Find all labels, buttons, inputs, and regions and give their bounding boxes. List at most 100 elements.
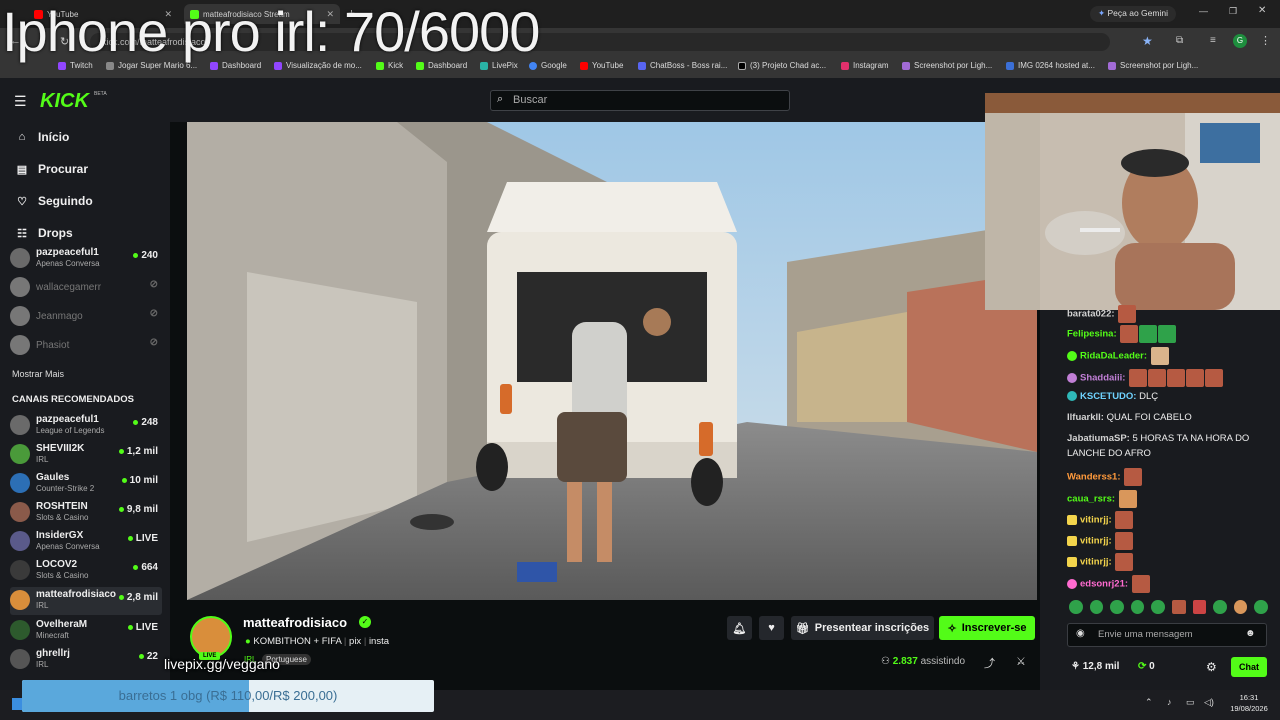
network-icon[interactable]: ▭	[1186, 697, 1195, 708]
channel-name: wallacegamerr	[36, 282, 102, 293]
emote-icon[interactable]	[1130, 600, 1145, 614]
emote-icon[interactable]	[1089, 600, 1104, 614]
channel-points[interactable]: ⚘ 12,8 mil	[1071, 661, 1119, 672]
extensions-icon[interactable]: ⧉	[1176, 35, 1183, 46]
nav-browse[interactable]: ▤ Procurar	[16, 162, 88, 176]
sidebar-channel[interactable]: pazpeaceful1 Apenas Conversa 240	[10, 245, 162, 273]
bookmark-item[interactable]: ChatBoss - Boss rai...	[638, 61, 727, 70]
follow-heart-icon[interactable]: ♥	[759, 616, 784, 640]
emote-icon	[1115, 532, 1134, 550]
bookmark-item[interactable]: Screenshot por Ligh...	[902, 61, 992, 70]
streamer-name[interactable]: matteafrodisiaco	[243, 615, 347, 630]
nav-drops[interactable]: ☷ Drops	[16, 226, 73, 240]
emote-icon[interactable]	[1151, 600, 1165, 614]
chat-username[interactable]: vitinrjj:	[1080, 515, 1112, 526]
emote-icon[interactable]	[1069, 600, 1083, 614]
nav-home[interactable]: ⌂ Início	[16, 130, 70, 144]
emote-icon[interactable]	[1254, 600, 1268, 614]
sidebar-channel[interactable]: wallacegamerr ⊘	[10, 274, 162, 302]
chat-username[interactable]: edsonrj21:	[1080, 579, 1128, 590]
emote-icon[interactable]	[1233, 600, 1248, 614]
emote-icon[interactable]	[1192, 600, 1207, 614]
bookmark-item[interactable]: Instagram	[841, 61, 889, 70]
nav-following[interactable]: ♡ Seguindo	[16, 194, 93, 208]
sidebar-channel[interactable]: LOCOV2 Slots & Casino 664	[10, 557, 162, 585]
gift-subs-button[interactable]: 🎁︎ Presentear inscrições	[791, 616, 934, 640]
notification-bell-icon[interactable]: 🔔︎	[727, 616, 752, 640]
system-clock[interactable]: 16:31 19/08/2026	[1222, 692, 1276, 714]
sidebar-channel[interactable]: SHEVIII2K IRL 1,2 mil	[10, 441, 162, 469]
sidebar-channel[interactable]: Phasiot ⊘	[10, 332, 162, 360]
kick-logo[interactable]: KICK	[40, 90, 89, 113]
channel-category: IRL	[36, 601, 49, 610]
emoji-icon[interactable]: ☻	[1245, 628, 1256, 639]
tray-chevron-icon[interactable]: ⌃	[1145, 697, 1153, 708]
video-player[interactable]	[187, 122, 1037, 600]
chat-username[interactable]: barata022:	[1067, 309, 1115, 320]
chat-send-button[interactable]: Chat	[1231, 657, 1267, 677]
sidebar-channel[interactable]: InsiderGX Apenas Conversa LIVE	[10, 528, 162, 556]
viewer-count: 248	[133, 417, 158, 428]
chat-username[interactable]: KSCETUDO:	[1080, 391, 1136, 402]
chat-username[interactable]: Wanderss1:	[1067, 472, 1121, 483]
search-input[interactable]: Buscar	[490, 90, 790, 111]
browser-menu-icon[interactable]: ⋮	[1260, 34, 1271, 47]
chat-username[interactable]: caua_rsrs:	[1067, 494, 1115, 505]
profile-avatar[interactable]: G	[1233, 34, 1247, 48]
hamburger-menu-icon[interactable]: ☰	[14, 93, 27, 110]
emote-icon	[1115, 553, 1134, 571]
emote-icon[interactable]	[1171, 600, 1186, 614]
sidebar-channel[interactable]: pazpeaceful1 League of Legends 248	[10, 412, 162, 440]
maximize-icon[interactable]: ❐	[1229, 6, 1237, 17]
chat-username[interactable]: Ilfuarkll:	[1067, 412, 1104, 423]
viewer-count-value: 664	[141, 562, 158, 573]
avatar	[10, 620, 30, 640]
bookmark-item[interactable]: Screenshot por Ligh...	[1108, 61, 1198, 70]
avatar	[10, 560, 30, 580]
show-more-link[interactable]: Mostrar Mais	[12, 369, 64, 379]
chat-username[interactable]: RidaDaLeader:	[1080, 351, 1147, 362]
chat-username[interactable]: Felipesina:	[1067, 329, 1117, 340]
sidebar-channel-selected[interactable]: matteafrodisiaco IRL 2,8 mil	[10, 587, 162, 615]
chat-username[interactable]: vitinrjj:	[1080, 536, 1112, 547]
sidebar-channel[interactable]: OvelheraM Minecraft LIVE	[10, 617, 162, 645]
stream-title-part: pix	[349, 636, 362, 647]
minimize-icon[interactable]: —	[1199, 6, 1208, 16]
kicks-balance[interactable]: ⟳ 0	[1138, 661, 1155, 672]
bookmark-item[interactable]: (3) Projeto Chad ac...	[738, 61, 826, 70]
emote-icon[interactable]	[1213, 600, 1227, 614]
sidebar-channel[interactable]: ghrellrj IRL 22	[10, 646, 162, 674]
chat-message-input[interactable]: Envie uma mensagem	[1067, 623, 1267, 647]
viewer-count-value: 240	[141, 250, 158, 261]
settings-icon[interactable]: ⚙	[1206, 660, 1217, 674]
sidebar-channel[interactable]: ROSHTEIN Slots & Casino 9,8 mil	[10, 499, 162, 527]
viewer-counter: ⚇ 2.837 assistindo	[881, 656, 965, 667]
bookmark-label: IMG 0264 hosted at...	[1018, 61, 1095, 70]
media-icon[interactable]: ≡	[1210, 35, 1216, 46]
chat-username[interactable]: Shaddaiii:	[1080, 373, 1125, 384]
beta-label: BETA	[94, 91, 107, 97]
share-icon[interactable]: ⤴	[984, 655, 995, 671]
channel-name: ghrellrj	[36, 648, 70, 659]
subscribe-label: Inscrever-se	[961, 622, 1027, 634]
viewer-count: 664	[133, 562, 158, 573]
clip-icon[interactable]: ⚔	[1016, 655, 1026, 668]
youtube-icon	[580, 61, 588, 70]
viewer-count-value: 2,8 mil	[126, 592, 158, 603]
nav-label: Seguindo	[38, 194, 93, 208]
chat-username[interactable]: JabatiumaSP:	[1067, 433, 1130, 444]
bookmark-item[interactable]: IMG 0264 hosted at...	[1006, 61, 1095, 70]
chat-user-icon[interactable]: ◉	[1076, 628, 1085, 639]
emote-icon[interactable]	[1110, 600, 1124, 614]
bookmark-star-icon[interactable]: ★	[1142, 34, 1153, 48]
close-window-icon[interactable]: ✕	[1258, 5, 1266, 16]
microphone-icon[interactable]: ♪	[1167, 697, 1172, 707]
chat-message: KSCETUDO: DLÇ	[1067, 391, 1158, 402]
subscribe-button[interactable]: ✧ Inscrever-se	[939, 616, 1035, 640]
bookmark-item[interactable]: YouTube	[580, 61, 623, 70]
volume-icon[interactable]: ◁)	[1204, 697, 1214, 708]
sidebar-channel[interactable]: Gaules Counter-Strike 2 10 mil	[10, 470, 162, 498]
gemini-button[interactable]: ✦ Peça ao Gemini	[1090, 6, 1176, 22]
sidebar-channel[interactable]: Jeanmago ⊘	[10, 303, 162, 331]
chat-username[interactable]: vitinrjj:	[1080, 557, 1112, 568]
